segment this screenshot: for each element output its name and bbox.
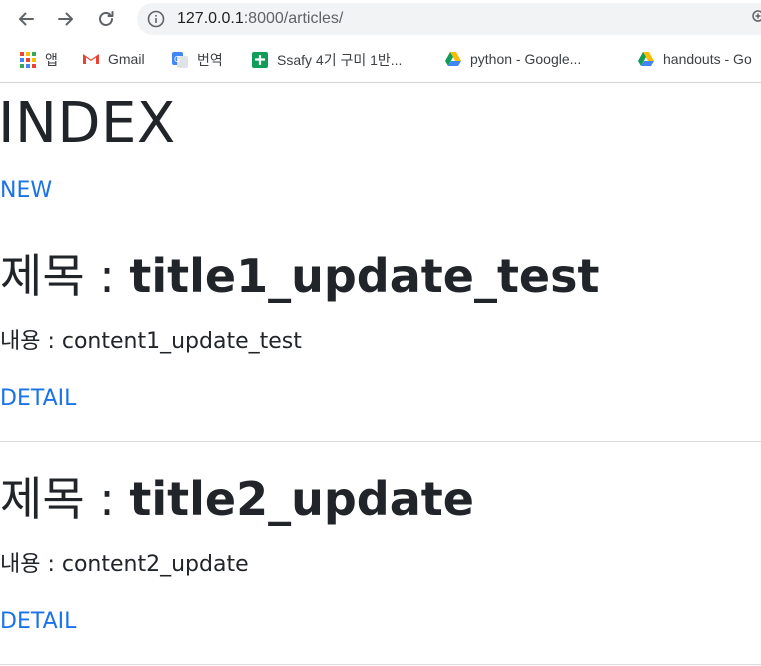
gmail-icon <box>83 54 99 64</box>
google-translate-icon: G <box>172 52 188 68</box>
bookmark-translate[interactable]: G 번역 <box>171 50 223 70</box>
bookmark-ssafy[interactable]: Ssafy 4기 구미 1반... <box>251 50 402 70</box>
arrow-right-icon <box>58 12 73 26</box>
reload-icon <box>99 11 114 26</box>
article-title-prefix: 제목 : <box>0 249 130 303</box>
bookmark-label: Gmail <box>108 51 145 67</box>
article-divider <box>0 664 761 665</box>
back-button[interactable] <box>12 5 40 33</box>
info-icon[interactable] <box>147 10 165 28</box>
url-path: :8000/articles/ <box>243 10 344 27</box>
reload-button[interactable] <box>92 5 120 33</box>
google-drive-icon <box>445 52 461 66</box>
url-host: 127.0.0.1 <box>177 10 244 27</box>
article-title-text: title1_update_test <box>129 249 600 303</box>
bookmark-handouts[interactable]: handouts - Go <box>637 50 752 68</box>
page-title: INDEX <box>0 91 176 156</box>
url-text[interactable]: 127.0.0.1:8000/articles/ <box>177 3 343 35</box>
article-content: 내용 : content1_update_test <box>0 329 302 354</box>
bookmark-python[interactable]: python - Google... <box>444 50 581 68</box>
article-divider <box>0 441 761 442</box>
arrow-left-icon <box>19 12 34 26</box>
bookmark-label: Ssafy 4기 구미 1반... <box>277 52 403 68</box>
detail-link[interactable]: DETAIL <box>0 609 76 634</box>
bookmark-label: python - Google... <box>470 51 582 67</box>
bookmark-label: handouts - Go <box>663 51 752 67</box>
browser-toolbar: 127.0.0.1:8000/articles/ <box>0 0 761 38</box>
new-link[interactable]: NEW <box>0 178 52 203</box>
article-title: 제목 : title1_update_test <box>0 253 600 299</box>
article-title-prefix: 제목 : <box>0 472 130 526</box>
bookmark-apps[interactable]: 앱 <box>19 50 58 70</box>
address-bar[interactable]: 127.0.0.1:8000/articles/ <box>137 3 761 35</box>
zoom-icon[interactable] <box>752 10 761 24</box>
svg-text:G: G <box>174 55 180 64</box>
bookmark-label: 앱 <box>45 52 58 68</box>
apps-grid-icon <box>20 52 36 68</box>
article-title-text: title2_update <box>129 472 474 526</box>
google-drive-icon <box>638 52 654 66</box>
bookmarks-bar: 앱 Gmail G 번역 Ssafy 4기 구미 1반... python - … <box>0 38 761 83</box>
article-title: 제목 : title2_update <box>0 476 474 522</box>
bookmark-label: 번역 <box>197 52 223 68</box>
google-sheets-icon <box>252 52 268 68</box>
detail-link[interactable]: DETAIL <box>0 386 76 411</box>
forward-button[interactable] <box>52 5 80 33</box>
article-content: 내용 : content2_update <box>0 552 249 577</box>
bookmark-gmail[interactable]: Gmail <box>82 50 145 68</box>
